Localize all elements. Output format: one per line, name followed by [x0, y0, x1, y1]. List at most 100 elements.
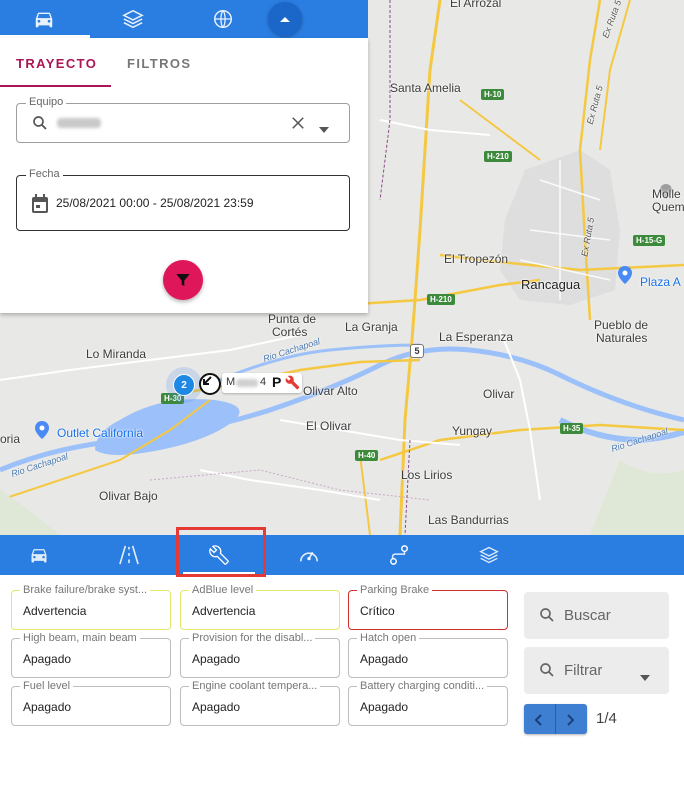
- status-card-title: AdBlue level: [189, 584, 257, 596]
- route-icon: [390, 545, 408, 565]
- search-icon: [538, 606, 556, 629]
- speedometer-icon: [300, 551, 318, 562]
- map-label: Olivar: [483, 387, 515, 401]
- map-label: El Arrozal: [450, 0, 502, 10]
- status-card-value: Apagado: [360, 652, 409, 666]
- vehicle-label[interactable]: M 4 P: [222, 373, 302, 393]
- map-label: Molle: [652, 187, 681, 201]
- status-card-value: Advertencia: [23, 604, 87, 618]
- page-indicator: 1/4: [596, 710, 617, 727]
- map-label: El Tropezón: [444, 252, 509, 266]
- status-card-value: Advertencia: [192, 604, 256, 618]
- layers-icon[interactable]: [122, 8, 144, 30]
- status-card-value: Apagado: [23, 700, 72, 714]
- status-card-title: Battery charging conditi...: [357, 680, 488, 692]
- status-card: AdBlue level Advertencia: [180, 584, 340, 630]
- prev-page-icon[interactable]: [534, 713, 544, 731]
- calendar-icon: [31, 194, 49, 219]
- search-placeholder: Buscar: [564, 607, 611, 624]
- tool-car[interactable]: [3, 535, 75, 575]
- plaza-pin-icon[interactable]: [618, 266, 632, 284]
- tool-road[interactable]: [93, 535, 165, 575]
- status-card-title: Engine coolant tempera...: [189, 680, 321, 692]
- status-card: Fuel level Apagado: [11, 680, 171, 726]
- tool-route[interactable]: [363, 535, 435, 575]
- status-card-title: Hatch open: [357, 632, 420, 644]
- route-shield: 5: [410, 344, 424, 358]
- globe-icon[interactable]: [212, 8, 234, 30]
- filter-select[interactable]: Filtrar: [524, 647, 669, 694]
- filter-icon: [176, 274, 190, 286]
- search-box[interactable]: Buscar: [524, 592, 669, 639]
- chevron-up-icon: [280, 17, 290, 22]
- map-label: Yungay: [452, 424, 493, 438]
- route-shield: H-210: [427, 294, 455, 305]
- pager: [524, 704, 587, 734]
- dropdown-arrow-icon[interactable]: [640, 668, 650, 686]
- collapse-panel-button[interactable]: [268, 2, 302, 36]
- clear-icon[interactable]: [289, 114, 307, 137]
- fecha-value: 25/08/2021 00:00 - 25/08/2021 23:59: [56, 196, 254, 210]
- road-icon: [119, 545, 139, 565]
- status-card: Engine coolant tempera... Apagado: [180, 680, 340, 726]
- vehicle-label-suffix: 4: [260, 376, 267, 388]
- status-card-value: Apagado: [192, 700, 241, 714]
- status-card-value: Apagado: [23, 652, 72, 666]
- redacted-value: [57, 118, 101, 128]
- status-card-title: Provision for the disabl...: [189, 632, 316, 644]
- outlet-pin-icon[interactable]: [35, 421, 49, 439]
- status-card-title: Fuel level: [20, 680, 74, 692]
- vehicle-cluster-marker[interactable]: 2: [173, 374, 195, 396]
- next-page-icon[interactable]: [565, 713, 575, 731]
- fecha-label: Fecha: [26, 168, 63, 180]
- map-label: Pueblo de: [594, 318, 649, 332]
- status-card: High beam, main beam Apagado: [11, 632, 171, 678]
- map-label: oria: [0, 432, 21, 446]
- map-label: Olivar Alto: [303, 384, 358, 398]
- map-label: Plaza A: [640, 275, 681, 289]
- search-icon: [31, 114, 49, 137]
- map-label: Los Lirios: [401, 468, 453, 482]
- direction-arrow-icon[interactable]: [199, 373, 221, 395]
- map-label: Naturales: [596, 331, 648, 345]
- map-label: Santa Amelia: [390, 81, 461, 95]
- equipo-label: Equipo: [26, 96, 67, 108]
- equipo-select[interactable]: Equipo: [16, 96, 350, 143]
- status-card: Brake failure/brake syst... Advertencia: [11, 584, 171, 630]
- map-label: Las Bandurrias: [428, 513, 509, 527]
- map-label: La Esperanza: [439, 330, 514, 344]
- route-shield: H-35: [560, 423, 584, 434]
- tab-filtros[interactable]: FILTROS: [127, 56, 191, 71]
- apply-filter-button[interactable]: [163, 260, 203, 300]
- map-label: La Granja: [345, 320, 398, 334]
- map-label: El Olivar: [306, 419, 352, 433]
- layers-icon: [479, 546, 499, 564]
- tool-layers[interactable]: [453, 535, 525, 575]
- status-card-title: High beam, main beam: [20, 632, 140, 644]
- fecha-range-field[interactable]: Fecha 25/08/2021 00:00 - 25/08/2021 23:5…: [16, 168, 350, 231]
- status-card-value: Apagado: [192, 652, 241, 666]
- search-icon: [538, 661, 556, 684]
- car-icon[interactable]: [33, 8, 55, 30]
- status-card: Battery charging conditi... Apagado: [348, 680, 508, 726]
- status-card-title: Brake failure/brake syst...: [20, 584, 151, 596]
- car-icon: [31, 549, 47, 563]
- route-shield: H-15-G: [633, 235, 666, 246]
- status-card-value: Crítico: [360, 604, 395, 618]
- map-label: Rancagua: [521, 277, 581, 292]
- tool-speedometer[interactable]: [273, 535, 345, 575]
- tab-trayecto[interactable]: TRAYECTO: [16, 56, 97, 71]
- parking-indicator: P: [272, 374, 282, 390]
- status-card: Parking Brake Crítico: [348, 584, 508, 630]
- map-label: Lo Miranda: [86, 347, 147, 361]
- highlight-box: [176, 527, 266, 577]
- status-card: Provision for the disabl... Apagado: [180, 632, 340, 678]
- top-nav-bar: [0, 0, 368, 38]
- route-shield: H-40: [355, 450, 379, 461]
- redacted-text: [236, 379, 258, 387]
- map-label: Cortés: [272, 325, 308, 339]
- route-shield: H-210: [484, 151, 512, 162]
- map-label: Olivar Bajo: [99, 489, 158, 503]
- route-shield: H-10: [481, 89, 505, 100]
- dropdown-arrow-icon[interactable]: [319, 120, 329, 138]
